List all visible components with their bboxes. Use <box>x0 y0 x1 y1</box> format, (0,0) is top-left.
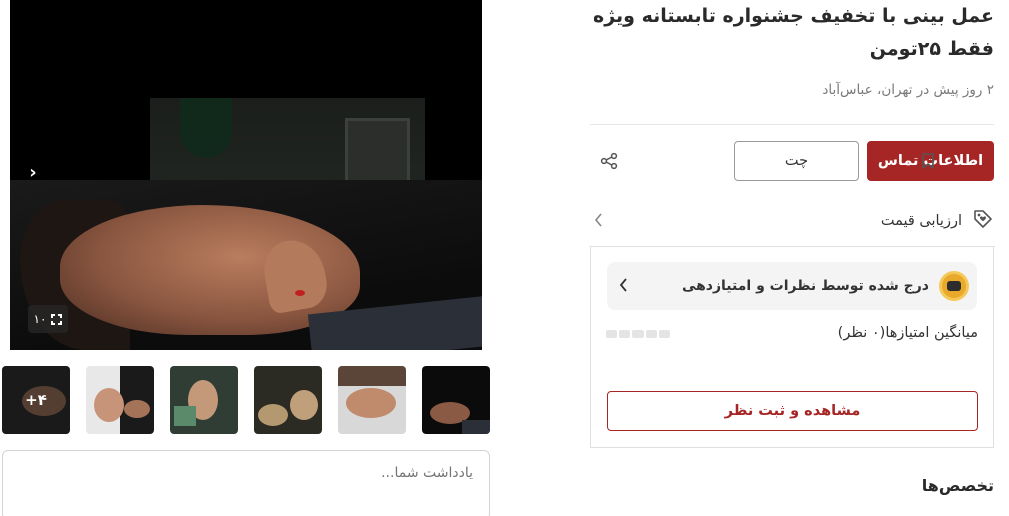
thumbnail-strip: +۴ <box>2 366 490 434</box>
chevron-left-icon <box>619 277 629 297</box>
reviews-banner-text: درج شده توسط نظرات و امتیازدهی <box>681 278 929 294</box>
thumbnail-item[interactable] <box>86 366 154 434</box>
rating-segment <box>605 330 618 338</box>
listing-meta: ۲ روز پیش در تهران، عباس‌آباد <box>822 82 994 98</box>
average-rating-label: میانگین امتیازها(۰ نظر) <box>837 325 978 341</box>
thumbnail-item[interactable] <box>254 366 322 434</box>
thumbnail-item[interactable] <box>422 366 490 434</box>
fullscreen-icon <box>50 312 64 326</box>
more-photos-label: +۴ <box>2 366 70 434</box>
specialties-title: تخصص‌ها <box>921 476 994 495</box>
chat-button[interactable]: چت <box>734 141 859 181</box>
rating-bar <box>605 330 670 338</box>
rating-segment <box>658 330 670 338</box>
review-badge-icon <box>939 271 969 301</box>
chevron-left-icon <box>594 212 604 232</box>
reviews-banner[interactable]: درج شده توسط نظرات و امتیازدهی <box>607 262 977 310</box>
price-tag-icon <box>972 208 994 234</box>
thumbnail-face <box>290 390 318 420</box>
thumbnail-face <box>346 388 396 418</box>
gallery-next-arrow-icon[interactable]: › <box>24 163 42 183</box>
thumbnail-face <box>124 400 150 418</box>
main-gallery-image[interactable]: › ۱۰ <box>10 0 482 350</box>
listing-title: عمل بینی با تخفیف جشنواره تابستانه ویژه … <box>592 5 994 60</box>
image-count: ۱۰ <box>33 312 47 326</box>
fullscreen-count-button[interactable]: ۱۰ <box>28 305 68 333</box>
thumbnail-more[interactable]: +۴ <box>2 366 70 434</box>
share-icon[interactable] <box>597 149 621 173</box>
rating-segment <box>632 330 644 338</box>
thumbnail-item[interactable] <box>338 366 406 434</box>
rating-segment <box>645 330 657 338</box>
thumbnail-item[interactable] <box>170 366 238 434</box>
bookmark-icon[interactable] <box>916 149 940 173</box>
image-mark <box>295 290 305 296</box>
thumbnail-face <box>94 388 124 422</box>
personal-note-input[interactable] <box>2 450 490 516</box>
view-and-submit-review-button[interactable]: مشاهده و ثبت نظر <box>607 391 978 431</box>
price-evaluation-label: ارزیابی قیمت <box>880 213 962 229</box>
thumbnail-face <box>258 404 288 426</box>
divider <box>590 124 994 125</box>
listing-details: عمل بینی با تخفیف جشنواره تابستانه ویژه … <box>590 0 995 516</box>
image-lamp <box>180 98 232 158</box>
price-evaluation-row[interactable]: ارزیابی قیمت <box>590 204 994 238</box>
rating-segment <box>619 330 631 338</box>
